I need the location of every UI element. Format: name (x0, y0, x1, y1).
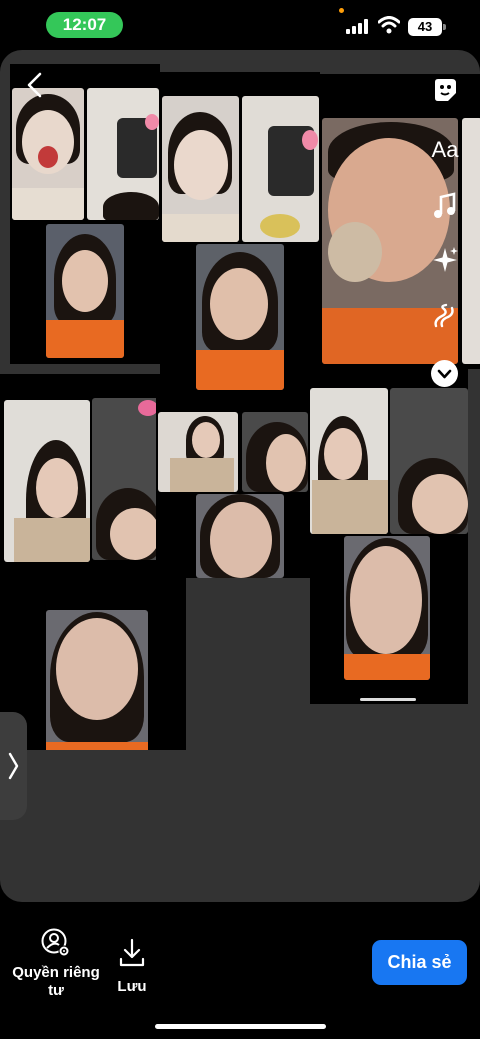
save-label: Lưu (117, 978, 147, 995)
music-button[interactable] (422, 186, 468, 226)
photo-thumb (242, 96, 319, 242)
share-button[interactable]: Chia sẻ (372, 940, 467, 985)
photo-thumb (390, 388, 468, 534)
text-tool-button[interactable]: Aa (422, 130, 468, 170)
photo-thumb (162, 96, 239, 242)
status-time: 12:07 (46, 12, 123, 38)
music-icon (434, 192, 456, 218)
photo-thumb (87, 88, 159, 220)
photo-thumb (46, 610, 148, 750)
collage-panel-2[interactable] (160, 72, 320, 412)
privacy-button[interactable]: Quyền riêng tư (10, 928, 102, 1000)
photo-thumb (344, 536, 430, 680)
person-gear-icon (41, 928, 70, 957)
photo-thumb (158, 412, 238, 492)
wifi-icon (378, 16, 400, 34)
status-bar: 12:07 43 (0, 0, 480, 50)
photo-thumb (46, 224, 124, 358)
photo-thumb (242, 412, 308, 492)
sticker-icon (435, 79, 456, 101)
photo-thumb (196, 244, 284, 390)
photo-thumb (92, 398, 160, 560)
home-indicator (155, 1024, 326, 1029)
collage-panel-6[interactable] (310, 366, 468, 704)
cellular-signal-icon (346, 18, 372, 34)
sticker-button[interactable] (422, 70, 468, 110)
story-canvas[interactable]: Aa (0, 50, 480, 902)
draw-squiggle-icon (434, 303, 454, 328)
download-icon (119, 938, 145, 967)
photo-thumb (12, 88, 84, 220)
photo-thumb (310, 388, 388, 534)
bottom-action-bar: Quyền riêng tư Lưu Chia sẻ (0, 902, 480, 1039)
battery-icon: 43 (408, 18, 446, 36)
text-tool-label: Aa (431, 137, 459, 162)
draw-button[interactable] (422, 296, 468, 336)
drawer-handle[interactable] (0, 712, 27, 820)
privacy-indicator-dot (339, 8, 344, 13)
chevron-right-icon (8, 752, 19, 780)
effects-sparkle-icon (433, 247, 458, 272)
privacy-label: Quyền riêng tư (12, 964, 100, 999)
chevron-down-icon (437, 369, 452, 379)
collage-panel-5[interactable] (156, 398, 310, 578)
save-button[interactable]: Lưu (110, 938, 154, 996)
panel-home-indicator (360, 698, 416, 701)
collage-panel-1[interactable] (10, 64, 160, 364)
photo-thumb (196, 494, 284, 578)
photo-thumb (4, 400, 90, 562)
chevron-left-icon[interactable] (24, 72, 46, 98)
effects-button[interactable] (422, 240, 468, 280)
more-tools-button[interactable] (431, 360, 458, 387)
